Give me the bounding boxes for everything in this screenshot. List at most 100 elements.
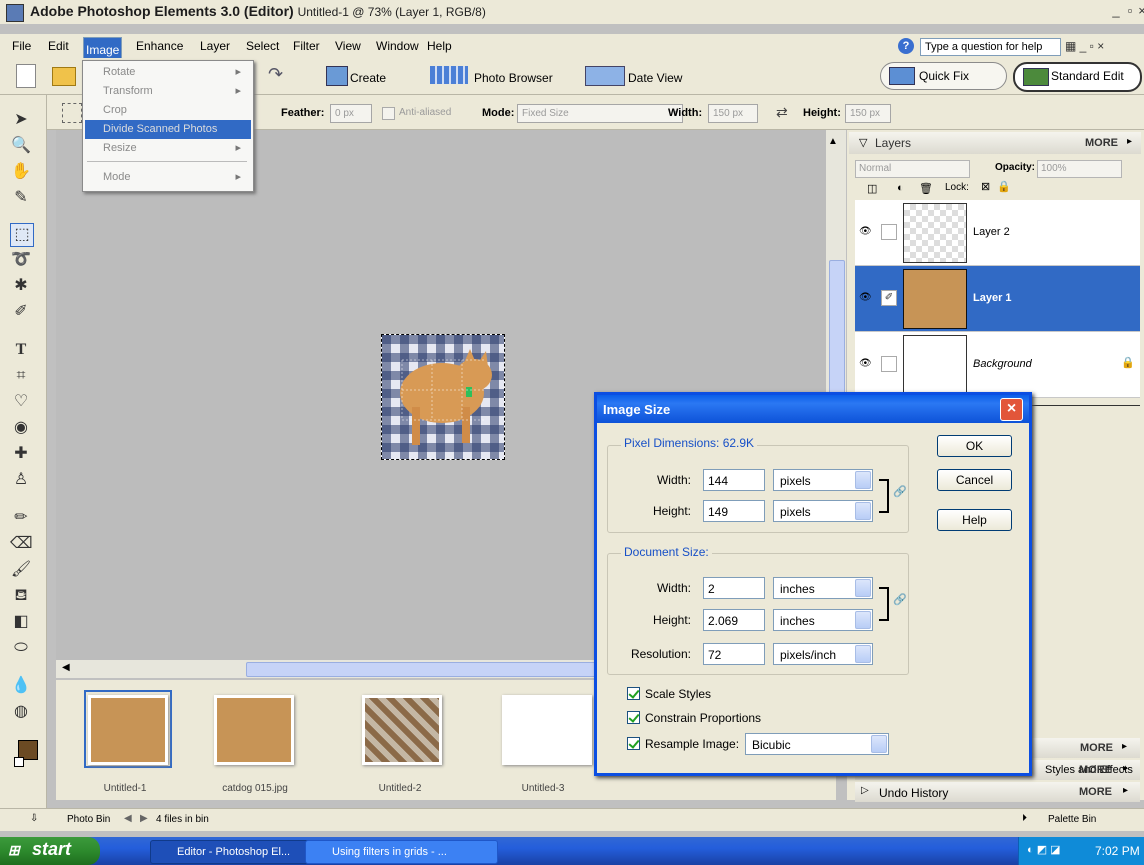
undo-history-palette-header[interactable]: ▷ Undo History MORE ▸ (855, 782, 1140, 802)
selection-brush-tool-icon[interactable]: ✐ (10, 301, 32, 323)
expand-arrow-icon[interactable]: ▷ (861, 785, 869, 796)
eyedropper-tool-icon[interactable]: ✎ (10, 187, 32, 209)
next-photo-icon[interactable]: ▶ (140, 813, 148, 824)
gradient-tool-icon[interactable]: ◧ (10, 611, 32, 633)
menu-view[interactable]: View (335, 39, 361, 53)
menu-help[interactable]: Help (427, 39, 452, 53)
tray-icons[interactable]: ◐ ◩ ◪ (1027, 843, 1061, 856)
layer-row-background[interactable]: 👁 Background 🔒 (855, 332, 1140, 398)
menu-select[interactable]: Select (246, 39, 279, 53)
delete-layer-icon[interactable]: 🗑 (919, 182, 933, 195)
cookie-cutter-tool-icon[interactable]: ♡ (10, 391, 32, 413)
lasso-tool-icon[interactable]: ➰ (10, 249, 32, 271)
layer-row-layer-2[interactable]: 👁 Layer 2 (855, 200, 1140, 266)
visibility-eye-icon[interactable]: 👁 (859, 358, 872, 369)
blend-mode-select[interactable]: Normal (855, 160, 970, 178)
previous-photo-icon[interactable]: ◀ (124, 813, 132, 824)
create-button[interactable]: Create (350, 71, 386, 85)
px-height-input[interactable]: 149 (703, 500, 765, 522)
layer-link-box[interactable] (881, 224, 897, 240)
palette-bin-toggle-icon[interactable]: ⏵ (1022, 813, 1027, 824)
cancel-button[interactable]: Cancel (937, 469, 1012, 491)
palette-more-1[interactable]: MORE (1080, 742, 1113, 754)
taskbar-item-editor[interactable]: Editor - Photoshop El... (150, 840, 310, 864)
menu-item-resize[interactable]: Resize ▸ (85, 139, 251, 158)
close-icon[interactable]: × (1134, 3, 1144, 19)
layers-palette-header[interactable]: ▽ Layers MORE ▸ (849, 132, 1141, 154)
healing-brush-tool-icon[interactable]: ✚ (10, 443, 32, 465)
document-image[interactable] (381, 334, 505, 460)
sponge-tool-icon[interactable]: ◍ (10, 701, 32, 723)
help-search-input[interactable]: Type a question for help (920, 38, 1061, 56)
resolution-input[interactable]: 72 (703, 643, 765, 665)
feather-input[interactable]: 0 px (330, 104, 372, 123)
eraser-tool-icon[interactable]: ⌫ (10, 533, 33, 555)
menu-image[interactable]: Image (83, 37, 123, 59)
photo-browser-button[interactable]: Photo Browser (474, 71, 553, 85)
help-icon[interactable]: ? (898, 38, 914, 54)
layers-more-button[interactable]: MORE (1085, 137, 1118, 149)
collapse-chevron-icon[interactable]: ▽ (859, 136, 867, 149)
lock-transparency-icon[interactable]: ⊠ (981, 180, 990, 193)
menu-item-transform[interactable]: Transform ▸ (85, 82, 251, 101)
menu-item-rotate[interactable]: Rotate ▸ (85, 63, 251, 82)
palette-more-2[interactable]: MORE (1079, 764, 1112, 776)
blur-tool-icon[interactable]: 💧 (10, 675, 32, 697)
swap-icon[interactable]: ⇄ (776, 104, 788, 121)
bin-toggle-icon[interactable]: ⇩ (30, 813, 38, 824)
move-tool-icon[interactable]: ➤ (10, 109, 32, 131)
type-tool-icon[interactable]: T (10, 339, 32, 361)
paint-bucket-tool-icon[interactable]: ⛾ (10, 585, 32, 607)
scroll-up-icon[interactable]: ▲ (828, 136, 838, 147)
scroll-left-icon[interactable]: ◀ (62, 662, 70, 673)
doc-width-input[interactable]: 2 (703, 577, 765, 599)
shape-tool-icon[interactable]: ⬭ (10, 637, 32, 659)
doc-height-input[interactable]: 2.069 (703, 609, 765, 631)
menu-item-mode[interactable]: Mode ▸ (85, 168, 251, 187)
redo-icon[interactable]: ↷ (268, 64, 283, 85)
dialog-close-icon[interactable]: × (1000, 398, 1023, 421)
menu-edit[interactable]: Edit (48, 39, 69, 53)
help-button[interactable]: Help (937, 509, 1012, 531)
magic-wand-tool-icon[interactable]: ✱ (10, 275, 32, 297)
doc-width-unit-select[interactable]: inches (773, 577, 873, 599)
bin-thumb-2[interactable] (214, 695, 294, 765)
marquee-tool-icon[interactable]: ⬚ (10, 223, 34, 247)
background-color-swatch[interactable] (14, 757, 24, 767)
px-width-unit-select[interactable]: pixels (773, 469, 873, 491)
crop-tool-icon[interactable]: ⌗ (10, 365, 32, 387)
menu-filter[interactable]: Filter (293, 39, 320, 53)
menu-file[interactable]: File (12, 39, 31, 53)
create-icon[interactable] (326, 66, 348, 86)
adjustment-layer-icon[interactable]: ◐ (897, 182, 904, 194)
px-width-input[interactable]: 144 (703, 469, 765, 491)
horizontal-scroll-thumb[interactable] (246, 662, 628, 677)
brush-tool-icon[interactable]: 🖌 (10, 559, 32, 581)
menu-item-divide-scanned-photos[interactable]: Divide Scanned Photos (85, 120, 251, 139)
layer-row-layer-1[interactable]: 👁 ✐ Layer 1 (855, 266, 1140, 332)
ok-button[interactable]: OK (937, 435, 1012, 457)
brush-link-icon[interactable]: ✐ (881, 290, 897, 306)
anti-aliased-checkbox[interactable] (382, 107, 395, 120)
start-button[interactable]: ⊞ start (0, 837, 100, 865)
clone-stamp-tool-icon[interactable]: ♙ (10, 469, 32, 491)
quick-fix-tab[interactable]: Quick Fix (880, 62, 1007, 90)
new-file-icon[interactable] (16, 64, 36, 88)
visibility-eye-icon[interactable]: 👁 (859, 226, 872, 237)
date-view-button[interactable]: Date View (628, 71, 682, 85)
standard-edit-tab[interactable]: Standard Edit (1013, 62, 1142, 92)
bin-thumb-3[interactable] (362, 695, 442, 765)
pencil-tool-icon[interactable]: ✏ (10, 507, 32, 529)
resample-image-checkbox[interactable] (627, 737, 640, 750)
photo-browser-icon[interactable] (430, 66, 468, 84)
bin-thumb-1[interactable] (88, 695, 168, 765)
new-layer-icon[interactable]: ◫ (867, 182, 877, 195)
window-controls-icon[interactable]: ▦ _ ▫ × (1065, 39, 1104, 53)
opacity-input[interactable]: 100% (1037, 160, 1122, 178)
marquee-preset-icon[interactable] (62, 103, 82, 123)
open-folder-icon[interactable] (52, 67, 76, 86)
height-input[interactable]: 150 px (845, 104, 891, 123)
px-height-unit-select[interactable]: pixels (773, 500, 873, 522)
constrain-proportions-checkbox[interactable] (627, 711, 640, 724)
taskbar-item-word[interactable]: Using filters in grids - ... (305, 840, 498, 864)
